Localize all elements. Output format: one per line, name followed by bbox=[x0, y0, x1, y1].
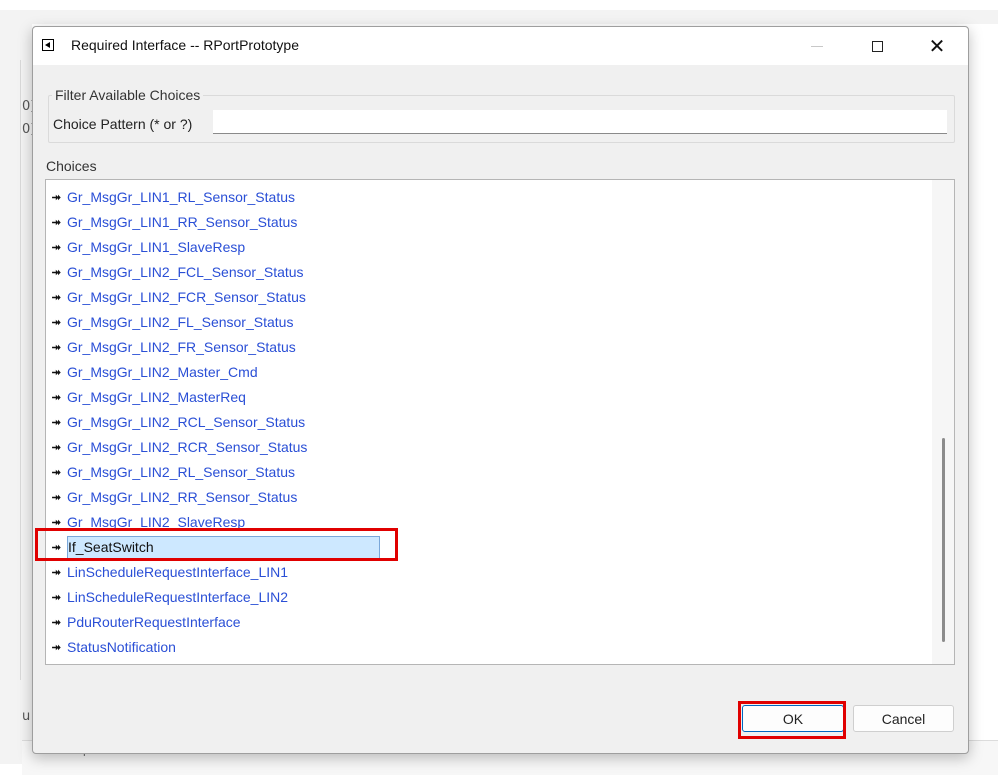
list-item-label: Gr_MsgGr_LIN2_MasterReq bbox=[67, 389, 246, 405]
list-item[interactable]: ⯮ Gr_MsgGr_LIN2_FCL_Sensor_Status bbox=[52, 260, 932, 285]
list-item-label: Gr_MsgGr_LIN2_RR_Sensor_Status bbox=[67, 489, 298, 505]
list-item[interactable]: ⯮ Gr_MsgGr_LIN2_RR_Sensor_Status bbox=[52, 485, 932, 510]
background-top bbox=[0, 0, 998, 10]
list-item[interactable]: ⯮ Gr_MsgGr_LIN2_FR_Sensor_Status bbox=[52, 335, 932, 360]
list-item-label: StatusNotification bbox=[67, 639, 176, 655]
minimize-button bbox=[788, 27, 846, 65]
list-item[interactable]: ⯮ Gr_MsgGr_LIN1_RR_Sensor_Status bbox=[52, 210, 932, 235]
list-item[interactable]: ⯮ Gr_MsgGr_LIN2_RL_Sensor_Status bbox=[52, 460, 932, 485]
list-item-label: PduRouterRequestInterface bbox=[67, 614, 241, 630]
background-band bbox=[0, 10, 998, 24]
maximize-button[interactable] bbox=[848, 27, 906, 65]
list-item[interactable]: ⯮ Gr_MsgGr_LIN2_RCL_Sensor_Status bbox=[52, 410, 932, 435]
interface-icon: ⯮ bbox=[52, 366, 61, 378]
interface-icon: ⯮ bbox=[52, 566, 61, 578]
interface-icon: ⯮ bbox=[52, 291, 61, 303]
maximize-icon bbox=[871, 40, 883, 52]
list-item-label: Gr_MsgGr_LIN2_FR_Sensor_Status bbox=[67, 339, 296, 355]
interface-icon: ⯮ bbox=[52, 491, 61, 503]
list-item[interactable]: ⯮ PduRouterRequestInterface bbox=[52, 610, 932, 635]
list-item-label: Gr_MsgGr_LIN2_FL_Sensor_Status bbox=[67, 314, 294, 330]
cancel-button[interactable]: Cancel bbox=[853, 705, 954, 732]
choice-pattern-label: Choice Pattern (* or ?) bbox=[53, 116, 193, 132]
interface-icon: ⯮ bbox=[52, 466, 61, 478]
required-interface-dialog: Required Interface -- RPortPrototype ✕ F… bbox=[32, 26, 969, 754]
interface-icon: ⯮ bbox=[52, 591, 61, 603]
list-item[interactable]: ⯮ Gr_MsgGr_LIN2_MasterReq bbox=[52, 385, 932, 410]
interface-icon: ⯮ bbox=[52, 441, 61, 453]
choices-list[interactable]: ⯮ Gr_MsgGr_LIN1_RL_Sensor_Status ⯮ Gr_MsgGr… bbox=[45, 179, 955, 665]
close-icon: ✕ bbox=[928, 34, 946, 58]
list-item-label: Gr_MsgGr_LIN1_RR_Sensor_Status bbox=[67, 214, 298, 230]
interface-icon: ⯮ bbox=[52, 241, 61, 253]
highlight-ok-button bbox=[738, 701, 846, 739]
list-item-label: LinScheduleRequestInterface_LIN1 bbox=[67, 564, 289, 580]
list-item[interactable]: ⯮ StatusNotification bbox=[52, 635, 932, 660]
list-item[interactable]: ⯮ Gr_MsgGr_LIN1_RL_Sensor_Status bbox=[52, 185, 932, 210]
list-item[interactable]: ⯮ Gr_MsgGr_LIN2_RCR_Sensor_Status bbox=[52, 435, 932, 460]
background-fragment: u bbox=[22, 709, 31, 724]
choices-list-items: ⯮ Gr_MsgGr_LIN1_RL_Sensor_Status ⯮ Gr_MsgGr… bbox=[52, 185, 932, 660]
window-menu-icon[interactable] bbox=[42, 39, 54, 51]
interface-icon: ⯮ bbox=[52, 216, 61, 228]
list-item-label: Gr_MsgGr_LIN2_RCR_Sensor_Status bbox=[67, 439, 308, 455]
list-item[interactable]: ⯮ Gr_MsgGr_LIN2_Master_Cmd bbox=[52, 360, 932, 385]
background-divider bbox=[20, 60, 21, 680]
scrollbar-thumb[interactable] bbox=[942, 438, 945, 642]
interface-icon: ⯮ bbox=[52, 391, 61, 403]
list-item[interactable]: ⯮ Gr_MsgGr_LIN2_FCR_Sensor_Status bbox=[52, 285, 932, 310]
list-item-label: Gr_MsgGr_LIN2_RCL_Sensor_Status bbox=[67, 414, 306, 430]
interface-icon: ⯮ bbox=[52, 316, 61, 328]
interface-icon: ⯮ bbox=[52, 616, 61, 628]
list-item[interactable]: ⯮ LinScheduleRequestInterface_LIN2 bbox=[52, 585, 932, 610]
interface-icon: ⯮ bbox=[52, 341, 61, 353]
vertical-scrollbar[interactable] bbox=[932, 180, 954, 664]
filter-group-label: Filter Available Choices bbox=[52, 87, 204, 103]
list-item-label: Gr_MsgGr_LIN1_RL_Sensor_Status bbox=[67, 189, 295, 205]
list-item-label: Gr_MsgGr_LIN2_FCR_Sensor_Status bbox=[67, 289, 306, 305]
list-item[interactable]: ⯮ LinScheduleRequestInterface_LIN1 bbox=[52, 560, 932, 585]
dialog-title: Required Interface -- RPortPrototype bbox=[71, 37, 299, 53]
interface-icon: ⯮ bbox=[52, 641, 61, 653]
minimize-icon bbox=[811, 45, 823, 47]
list-item-label: Gr_MsgGr_LIN1_SlaveResp bbox=[67, 239, 246, 255]
list-item-label: Gr_MsgGr_LIN2_Master_Cmd bbox=[67, 364, 258, 380]
highlight-selected-item bbox=[35, 528, 398, 561]
close-button[interactable]: ✕ bbox=[908, 27, 966, 65]
choice-pattern-input[interactable] bbox=[213, 110, 947, 134]
interface-icon: ⯮ bbox=[52, 266, 61, 278]
list-item[interactable]: ⯮ Gr_MsgGr_LIN1_SlaveResp bbox=[52, 235, 932, 260]
list-item-label: LinScheduleRequestInterface_LIN2 bbox=[67, 589, 289, 605]
list-item-label: Gr_MsgGr_LIN2_RL_Sensor_Status bbox=[67, 464, 295, 480]
list-item-label: Gr_MsgGr_LIN2_FCL_Sensor_Status bbox=[67, 264, 304, 280]
title-bar[interactable]: Required Interface -- RPortPrototype ✕ bbox=[33, 27, 968, 65]
choices-label: Choices bbox=[46, 158, 97, 174]
interface-icon: ⯮ bbox=[52, 416, 61, 428]
list-item[interactable]: ⯮ Gr_MsgGr_LIN2_FL_Sensor_Status bbox=[52, 310, 932, 335]
interface-icon: ⯮ bbox=[52, 191, 61, 203]
